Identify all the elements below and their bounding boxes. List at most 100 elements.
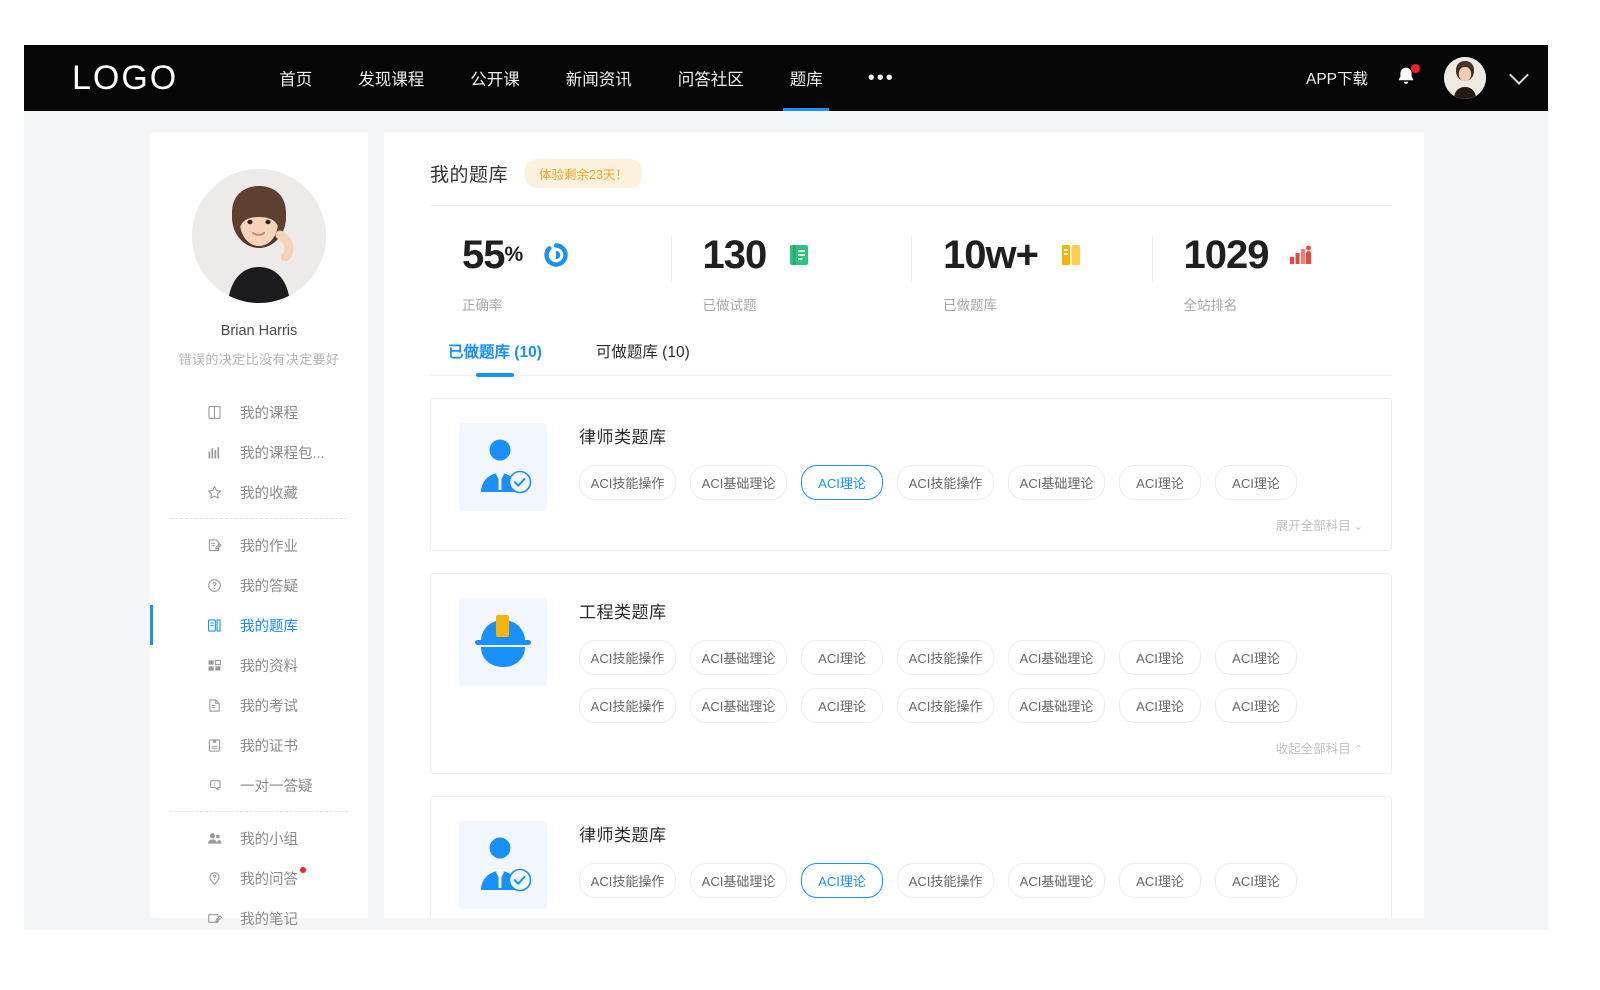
avatar[interactable]: [1444, 57, 1486, 99]
subject-tag[interactable]: ACI理论: [1215, 863, 1297, 898]
stat-value-row: 55%: [462, 228, 671, 282]
sidebar-item-14[interactable]: 我的问答: [150, 858, 368, 898]
nav-item-5[interactable]: 问答社区: [655, 45, 767, 111]
subject-tag[interactable]: ACI理论: [801, 465, 883, 500]
stat-card-2: 130已做试题: [671, 228, 912, 314]
exam-icon: [206, 697, 223, 714]
stat-label: 已做题库: [943, 294, 1152, 314]
subject-tag[interactable]: ACI基础理论: [690, 640, 787, 675]
main-nav: 首页发现课程公开课新闻资讯问答社区题库: [256, 45, 846, 111]
card-title: 律师类题库: [579, 423, 1365, 448]
subject-tag[interactable]: ACI技能操作: [897, 465, 994, 500]
subject-tag[interactable]: ACI基础理论: [1008, 863, 1105, 898]
profile-motto: 错误的决定比没有决定要好: [162, 349, 356, 368]
nav-item-2[interactable]: 发现课程: [335, 45, 447, 111]
sidebar-item-label: 我的小组: [240, 828, 298, 849]
question-bank-icon: [206, 617, 223, 634]
sidebar-item-5[interactable]: 我的作业: [150, 525, 368, 565]
chevron-down-icon[interactable]: [1509, 65, 1529, 85]
question-bank-card: 律师类题库ACI技能操作ACI基础理论ACI理论ACI技能操作ACI基础理论AC…: [430, 796, 1392, 918]
profile-block: Brian Harris 错误的决定比没有决定要好: [150, 169, 368, 368]
nav-item-1[interactable]: 首页: [256, 45, 335, 111]
sidebar-item-8[interactable]: 我的资料: [150, 645, 368, 685]
subject-tag[interactable]: ACI理论: [1215, 640, 1297, 675]
sidebar: Brian Harris 错误的决定比没有决定要好 我的课程我的课程包...我的…: [150, 133, 368, 918]
nav-item-6[interactable]: 题库: [767, 45, 846, 111]
toggle-subjects-label: 收起全部科目: [1276, 742, 1351, 756]
sidebar-item-label: 我的课程: [240, 402, 298, 423]
subject-tag[interactable]: ACI基础理论: [690, 465, 787, 500]
lawyer-avatar-icon: [459, 821, 547, 909]
subject-tag[interactable]: ACI理论: [1119, 640, 1201, 675]
tab-1[interactable]: 已做题库 (10): [448, 340, 542, 375]
subject-tag[interactable]: ACI技能操作: [579, 640, 676, 675]
sidebar-item-label: 一对一答疑: [240, 775, 313, 796]
subject-tag[interactable]: ACI技能操作: [897, 863, 994, 898]
stat-card-4: 1029全站排名: [1152, 228, 1393, 314]
bell-icon[interactable]: [1394, 65, 1418, 91]
sidebar-item-13[interactable]: 我的小组: [150, 818, 368, 858]
subject-tag[interactable]: ACI基础理论: [690, 863, 787, 898]
location-question-icon: [206, 870, 223, 887]
subject-tag[interactable]: ACI技能操作: [579, 863, 676, 898]
stat-card-3: 10w+已做题库: [911, 228, 1152, 314]
subject-tag[interactable]: ACI技能操作: [897, 688, 994, 723]
tab-2[interactable]: 可做题库 (10): [596, 340, 690, 375]
subject-tag[interactable]: ACI基础理论: [1008, 465, 1105, 500]
group-icon: [206, 830, 223, 847]
app-download-link[interactable]: APP下载: [1306, 67, 1368, 89]
sidebar-item-11[interactable]: 1 一对一答疑: [150, 765, 368, 805]
subject-tag[interactable]: ACI理论: [801, 688, 883, 723]
sidebar-item-10[interactable]: 我的证书: [150, 725, 368, 765]
subject-tag[interactable]: ACI基础理论: [1008, 640, 1105, 675]
sidebar-item-3[interactable]: 我的收藏: [150, 472, 368, 512]
subject-tag[interactable]: ACI基础理论: [690, 688, 787, 723]
sidebar-item-1[interactable]: 我的课程: [150, 392, 368, 432]
toggle-subjects-label: 展开全部科目: [1276, 519, 1351, 533]
stats-row: 55% 正确率130已做试题10w+已做题库1029全站排名: [430, 206, 1392, 328]
app-page: LOGO 首页发现课程公开课新闻资讯问答社区题库 ••• APP下载: [24, 45, 1548, 930]
toggle-subjects-link[interactable]: 收起全部科目⌃: [579, 736, 1365, 761]
subject-tag[interactable]: ACI理论: [1119, 688, 1201, 723]
card-body: 律师类题库ACI技能操作ACI基础理论ACI理论ACI技能操作ACI基础理论AC…: [579, 821, 1365, 911]
bar-chart-icon: [206, 444, 223, 461]
card-body: 工程类题库ACI技能操作ACI基础理论ACI理论ACI技能操作ACI基础理论AC…: [579, 598, 1365, 761]
subject-tag[interactable]: ACI技能操作: [897, 640, 994, 675]
subject-tag[interactable]: ACI理论: [1119, 465, 1201, 500]
nav-right-group: APP下载: [1306, 57, 1526, 99]
page-title: 我的题库: [430, 160, 508, 187]
orange-book-icon: [1058, 242, 1084, 268]
stat-value-row: 130: [703, 228, 912, 282]
question-bank-card: 律师类题库ACI技能操作ACI基础理论ACI理论ACI技能操作ACI基础理论AC…: [430, 398, 1392, 551]
subject-tag[interactable]: ACI技能操作: [579, 465, 676, 500]
chevron-icon: ⌃: [1354, 744, 1363, 756]
sidebar-item-9[interactable]: 我的考试: [150, 685, 368, 725]
stat-label: 正确率: [462, 294, 671, 314]
sidebar-item-7[interactable]: 我的题库: [150, 605, 368, 645]
subject-tag[interactable]: ACI理论: [1119, 863, 1201, 898]
subject-tag[interactable]: ACI基础理论: [1008, 688, 1105, 723]
site-logo[interactable]: LOGO: [72, 59, 178, 98]
notification-dot: [1411, 64, 1420, 73]
sidebar-item-2[interactable]: 我的课程包...: [150, 432, 368, 472]
nav-item-3[interactable]: 公开课: [447, 45, 543, 111]
page-body: Brian Harris 错误的决定比没有决定要好 我的课程我的课程包...我的…: [24, 111, 1548, 930]
subject-tag[interactable]: ACI技能操作: [579, 688, 676, 723]
nav-item-4[interactable]: 新闻资讯: [543, 45, 655, 111]
subject-tag[interactable]: ACI理论: [801, 863, 883, 898]
sidebar-item-6[interactable]: 我的答疑: [150, 565, 368, 605]
sidebar-item-15[interactable]: 我的笔记: [150, 898, 368, 930]
chevron-icon: ⌄: [1354, 521, 1363, 533]
subject-tag[interactable]: ACI理论: [1215, 688, 1297, 723]
ellipsis-icon[interactable]: •••: [846, 67, 917, 90]
sidebar-item-label: 我的考试: [240, 695, 298, 716]
toggle-subjects-link[interactable]: 展开全部科目⌄: [579, 513, 1365, 538]
profile-data-icon: [206, 657, 223, 674]
sidebar-item-label: 我的作业: [240, 535, 298, 556]
profile-avatar[interactable]: [192, 169, 326, 303]
stat-card-1: 55% 正确率: [430, 228, 671, 314]
tag-row: ACI技能操作 ACI基础理论 ACI理论 ACI技能操作 ACI基础理论 ACI理论 AC…: [579, 465, 1365, 500]
subject-tag[interactable]: ACI理论: [1215, 465, 1297, 500]
subject-tag[interactable]: ACI理论: [801, 640, 883, 675]
chat-icon: 1: [206, 777, 223, 794]
